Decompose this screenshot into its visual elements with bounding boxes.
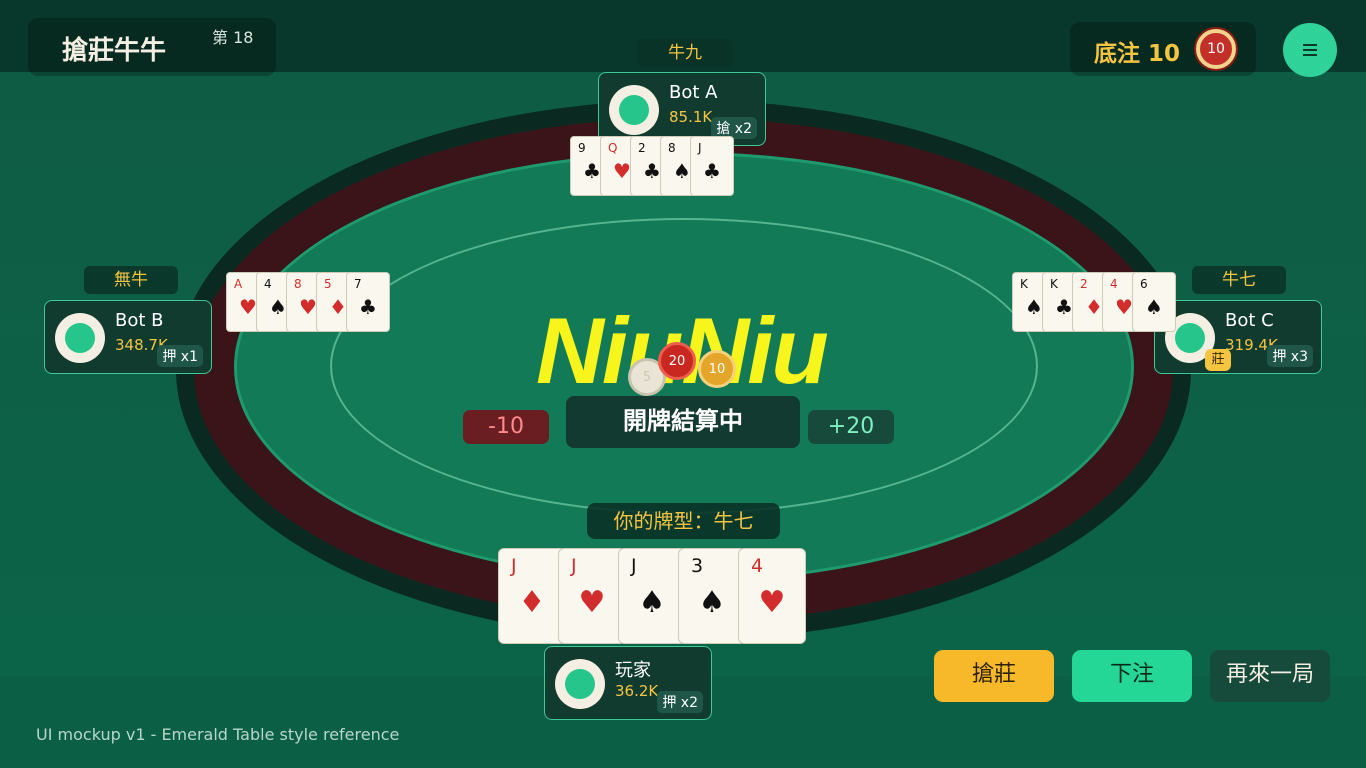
card-rank: 5 xyxy=(324,277,332,291)
menu-button[interactable] xyxy=(1283,23,1337,77)
seat-bot-a[interactable]: Bot A 85.1K 搶 x2 xyxy=(598,72,766,146)
player-name: Bot A xyxy=(669,82,718,103)
card-suit-icon: ♥ xyxy=(758,585,786,620)
card-rank: 2 xyxy=(638,141,646,155)
playing-card: J ♣ xyxy=(690,136,734,196)
game-title: 搶莊牛牛 xyxy=(62,36,167,66)
bot-a-hand-label: 牛九 xyxy=(637,39,733,67)
menu-icon xyxy=(1303,44,1317,56)
footer-note: UI mockup v1 - Emerald Table style refer… xyxy=(36,725,400,744)
card-rank: 4 xyxy=(751,555,764,577)
card-suit-icon: ♣ xyxy=(359,295,377,319)
player-chips: 36.2K xyxy=(615,682,659,700)
card-rank: 2 xyxy=(1080,277,1088,291)
card-rank: J xyxy=(571,555,577,577)
avatar xyxy=(55,313,105,363)
card-rank: 8 xyxy=(294,277,302,291)
seat-you: 玩家 36.2K 押 x2 xyxy=(544,646,712,720)
card-rank: Q xyxy=(608,141,618,155)
card-rank: K xyxy=(1050,277,1058,291)
pot-chip: 10 xyxy=(698,350,736,388)
card-rank: 9 xyxy=(578,141,586,155)
place-bet-button[interactable]: 下注 xyxy=(1072,650,1192,702)
card-rank: J xyxy=(698,141,702,155)
card-rank: 6 xyxy=(1140,277,1148,291)
ante-label: 底注 10 xyxy=(1094,41,1181,67)
card-rank: 3 xyxy=(691,555,704,577)
card-suit-icon: ♠ xyxy=(698,585,726,620)
card-suit-icon: ♥ xyxy=(578,585,606,620)
playing-card: 7 ♣ xyxy=(346,272,390,332)
card-suit-icon: ♦ xyxy=(518,585,546,620)
playing-card: 3 ♠ xyxy=(678,548,746,644)
your-hand-type: 你的牌型：牛七 xyxy=(587,503,780,539)
bot-c-hand-label: 牛七 xyxy=(1192,266,1286,294)
playing-card: J ♦ xyxy=(498,548,566,644)
score-change-loss: -10 xyxy=(463,410,549,444)
card-rank: A xyxy=(234,277,243,291)
grab-dealer-button[interactable]: 搶莊 xyxy=(934,650,1054,702)
playing-card: 6 ♠ xyxy=(1132,272,1176,332)
card-suit-icon: ♠ xyxy=(1145,295,1163,319)
title-panel: 搶莊牛牛 第 18 xyxy=(28,18,276,76)
player-name: Bot C xyxy=(1225,310,1274,331)
status-panel: 開牌結算中 xyxy=(566,396,800,448)
avatar xyxy=(609,85,659,135)
card-rank: K xyxy=(1020,277,1028,291)
card-suit-icon: ♠ xyxy=(638,585,666,620)
seat-bot-c[interactable]: 莊 Bot C 319.4K 押 x3 xyxy=(1154,300,1322,374)
card-rank: 4 xyxy=(1110,277,1118,291)
pot-chip: 20 xyxy=(658,342,696,380)
bet-tag: 押 x2 xyxy=(657,691,703,713)
play-again-button[interactable]: 再來一局 xyxy=(1210,650,1330,702)
player-name: Bot B xyxy=(115,310,164,331)
bot-b-hand-label: 無牛 xyxy=(84,266,178,294)
seat-bot-b[interactable]: Bot B 348.7K 押 x1 xyxy=(44,300,212,374)
card-rank: 8 xyxy=(668,141,676,155)
playing-card: 4 ♥ xyxy=(738,548,806,644)
player-name: 玩家 xyxy=(615,660,651,681)
round-label: 第 18 xyxy=(212,28,254,47)
ante-chip: 10 xyxy=(1196,29,1236,69)
avatar xyxy=(555,659,605,709)
card-rank: 7 xyxy=(354,277,362,291)
playing-card: J ♥ xyxy=(558,548,626,644)
card-suit-icon: ♣ xyxy=(703,159,721,183)
table-logo: NiuNiu xyxy=(536,296,856,406)
player-chips: 85.1K xyxy=(669,108,713,126)
card-rank: J xyxy=(631,555,637,577)
bet-tag: 押 x1 xyxy=(157,345,203,367)
card-rank: 4 xyxy=(264,277,272,291)
playing-card: J ♠ xyxy=(618,548,686,644)
bet-tag: 押 x3 xyxy=(1267,345,1313,367)
score-change-gain: +20 xyxy=(808,410,894,444)
ante-panel: 底注 10 10 xyxy=(1070,22,1256,76)
card-rank: J xyxy=(511,555,517,577)
